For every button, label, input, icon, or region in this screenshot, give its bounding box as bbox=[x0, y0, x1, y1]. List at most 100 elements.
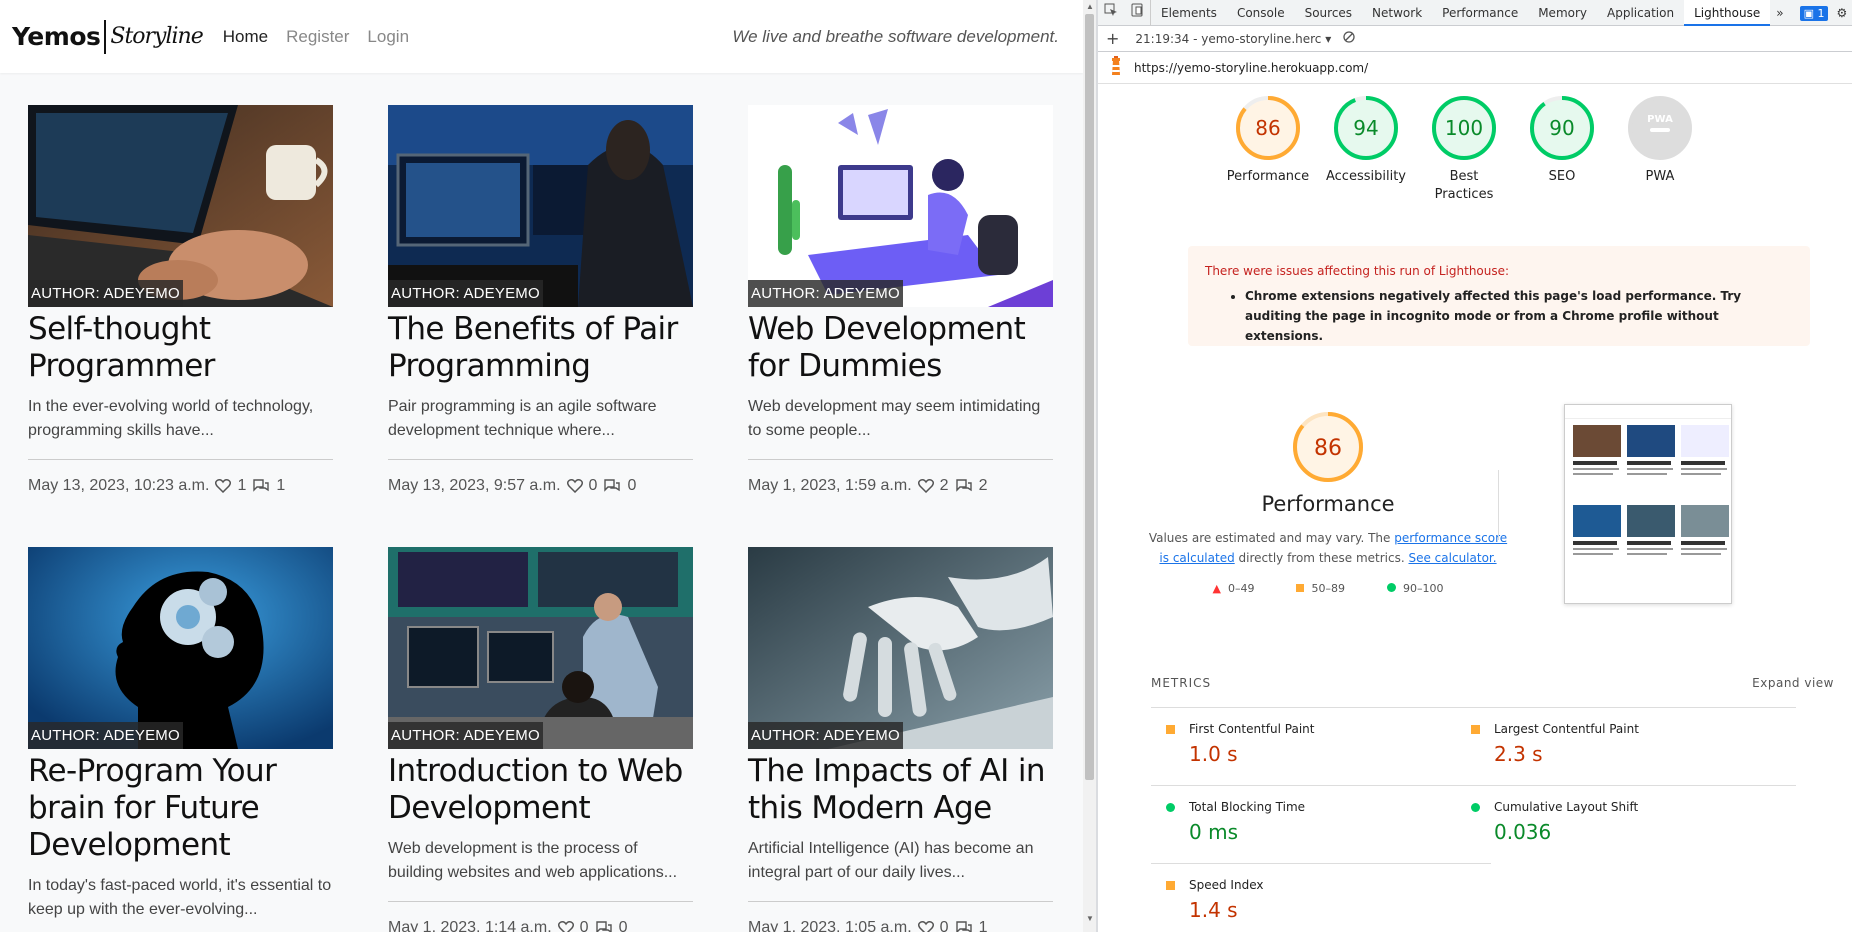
comment-icon[interactable] bbox=[595, 919, 613, 932]
scroll-down-arrow-icon[interactable]: ▼ bbox=[1086, 914, 1094, 923]
circle-icon bbox=[1166, 803, 1175, 812]
brand-divider bbox=[104, 19, 107, 54]
performance-summary: 86 Performance Values are estimated and … bbox=[1148, 410, 1508, 595]
tab-application[interactable]: Application bbox=[1597, 0, 1684, 26]
scrollbar-thumb[interactable] bbox=[1085, 14, 1094, 780]
warning-item: Chrome extensions negatively affected th… bbox=[1245, 286, 1793, 346]
author-badge: AUTHOR: ADEYEMO bbox=[748, 722, 903, 749]
comment-icon[interactable] bbox=[955, 477, 973, 495]
tab-elements[interactable]: Elements bbox=[1151, 0, 1227, 26]
device-toggle-icon[interactable] bbox=[1124, 0, 1151, 26]
brand-main: Yemos bbox=[12, 22, 101, 51]
score-gauge[interactable]: 94 Accessibility bbox=[1321, 94, 1411, 186]
tab-lighthouse[interactable]: Lighthouse bbox=[1684, 0, 1771, 26]
issues-badge[interactable]: ▣ 1 bbox=[1796, 0, 1833, 26]
inspect-element-icon[interactable] bbox=[1098, 0, 1124, 26]
post-image[interactable]: AUTHOR: ADEYEMO bbox=[748, 547, 1053, 749]
post-image[interactable]: AUTHOR: ADEYEMO bbox=[748, 105, 1053, 307]
scroll-up-arrow-icon[interactable]: ▲ bbox=[1086, 2, 1094, 11]
heart-icon[interactable] bbox=[557, 919, 574, 932]
thumb-card-text bbox=[1573, 468, 1619, 470]
expand-view-toggle[interactable]: Expand view bbox=[1752, 676, 1834, 690]
comment-icon[interactable] bbox=[252, 477, 270, 495]
score-gauge[interactable]: 100 Best Practices bbox=[1419, 94, 1509, 204]
like-count: 0 bbox=[939, 919, 949, 932]
page-screenshot-thumbnail[interactable] bbox=[1564, 404, 1732, 604]
post-meta: May 1, 2023, 1:14 a.m. 0 0 bbox=[388, 919, 693, 932]
thumb-card-text bbox=[1627, 473, 1667, 475]
issues-count: 1 bbox=[1817, 6, 1825, 20]
report-select[interactable]: 21:19:34 - yemo-storyline.herc ▾ bbox=[1135, 32, 1331, 46]
post-card[interactable]: AUTHOR: ADEYEMO Web Development for Dumm… bbox=[748, 105, 1053, 495]
post-excerpt: Artificial Intelligence (AI) has become … bbox=[748, 840, 1034, 881]
performance-description: Values are estimated and may vary. The p… bbox=[1148, 528, 1508, 568]
comment-icon[interactable] bbox=[955, 919, 973, 932]
tab-network[interactable]: Network bbox=[1362, 0, 1432, 26]
score-gauge[interactable]: 90 SEO bbox=[1517, 94, 1607, 186]
square-icon bbox=[1166, 881, 1175, 890]
post-card[interactable]: AUTHOR: ADEYEMO Re-Program Your brain fo… bbox=[28, 547, 333, 932]
thumb-card-image bbox=[1627, 425, 1675, 457]
post-title[interactable]: Web Development for Dummies bbox=[748, 311, 1053, 385]
thumb-card-title bbox=[1573, 461, 1617, 465]
post-image[interactable]: AUTHOR: ADEYEMO bbox=[388, 547, 693, 749]
new-report-plus-icon[interactable]: + bbox=[1106, 29, 1119, 48]
nav-login[interactable]: Login bbox=[367, 27, 409, 47]
score-gauge[interactable]: 86 Performance bbox=[1223, 94, 1313, 186]
author-badge: AUTHOR: ADEYEMO bbox=[388, 722, 543, 749]
audited-url[interactable]: https://yemo-storyline.herokuapp.com/ bbox=[1134, 61, 1368, 75]
tab-console[interactable]: Console bbox=[1227, 0, 1295, 26]
summary-separator bbox=[1498, 470, 1499, 540]
tab-memory[interactable]: Memory bbox=[1528, 0, 1597, 26]
tab-sources[interactable]: Sources bbox=[1295, 0, 1362, 26]
heart-icon[interactable] bbox=[215, 477, 232, 495]
post-title[interactable]: Self-thought Programmer bbox=[28, 311, 333, 385]
thumb-nav bbox=[1565, 405, 1731, 419]
author-badge: AUTHOR: ADEYEMO bbox=[28, 722, 183, 749]
settings-gear-icon[interactable]: ⚙ bbox=[1832, 0, 1851, 26]
devtools-panel: Elements Console Sources Network Perform… bbox=[1098, 0, 1852, 932]
nav-home[interactable]: Home bbox=[223, 27, 268, 47]
metric-item: Cumulative Layout Shift 0.036 bbox=[1456, 785, 1796, 863]
brand-script: Storyline bbox=[110, 24, 203, 49]
post-card[interactable]: AUTHOR: ADEYEMO The Benefits of Pair Pro… bbox=[388, 105, 693, 495]
post-title[interactable]: The Impacts of AI in this Modern Age bbox=[748, 753, 1053, 827]
heart-icon[interactable] bbox=[566, 477, 583, 495]
more-tabs-icon[interactable]: » bbox=[1770, 0, 1789, 26]
post-card[interactable]: AUTHOR: ADEYEMO Self-thought Programmer … bbox=[28, 105, 333, 495]
post-image[interactable]: AUTHOR: ADEYEMO bbox=[388, 105, 693, 307]
post-image[interactable]: AUTHOR: ADEYEMO bbox=[28, 105, 333, 307]
post-card[interactable]: AUTHOR: ADEYEMO The Impacts of AI in thi… bbox=[748, 547, 1053, 932]
thumb-card-text bbox=[1681, 468, 1727, 470]
post-date: May 1, 2023, 1:05 a.m. bbox=[748, 919, 912, 932]
metric-item: Total Blocking Time 0 ms bbox=[1151, 785, 1491, 863]
brand-logo[interactable]: Yemos Storyline bbox=[12, 19, 204, 54]
legend-average-range: 50–89 bbox=[1311, 582, 1345, 595]
metric-name: First Contentful Paint bbox=[1189, 722, 1315, 736]
post-image[interactable]: AUTHOR: ADEYEMO bbox=[28, 547, 333, 749]
post-title[interactable]: Re-Program Your brain for Future Develop… bbox=[28, 753, 333, 864]
square-icon bbox=[1296, 584, 1305, 592]
heart-icon[interactable] bbox=[917, 477, 934, 495]
tab-performance[interactable]: Performance bbox=[1432, 0, 1528, 26]
gauge-ring: 90 bbox=[1528, 94, 1596, 162]
thumb-card-title bbox=[1573, 541, 1617, 545]
post-card[interactable]: AUTHOR: ADEYEMO Introduction to Web Deve… bbox=[388, 547, 693, 932]
clear-reports-icon[interactable] bbox=[1343, 31, 1355, 46]
comment-icon[interactable] bbox=[603, 477, 621, 495]
heart-icon[interactable] bbox=[917, 919, 934, 932]
desc-text-1: Values are estimated and may vary. The bbox=[1148, 531, 1395, 545]
thumb-card-text bbox=[1573, 548, 1619, 550]
thumb-card-title bbox=[1627, 541, 1671, 545]
comment-count: 1 bbox=[276, 477, 286, 494]
comment-count: 1 bbox=[978, 919, 988, 932]
post-title[interactable]: The Benefits of Pair Programming bbox=[388, 311, 693, 385]
score-gauge[interactable]: PWA PWA bbox=[1615, 94, 1705, 186]
see-calculator-link[interactable]: See calculator. bbox=[1408, 551, 1496, 565]
post-title[interactable]: Introduction to Web Development bbox=[388, 753, 693, 827]
page-scrollbar[interactable]: ▲ ▼ bbox=[1083, 0, 1096, 932]
post-excerpt: Pair programming is an agile software de… bbox=[388, 398, 657, 439]
score-gauges: 86 Performance 94 Accessibility 100 Best… bbox=[1098, 84, 1852, 224]
nav-register[interactable]: Register bbox=[286, 27, 349, 47]
gauge-label: Best Practices bbox=[1434, 169, 1494, 202]
